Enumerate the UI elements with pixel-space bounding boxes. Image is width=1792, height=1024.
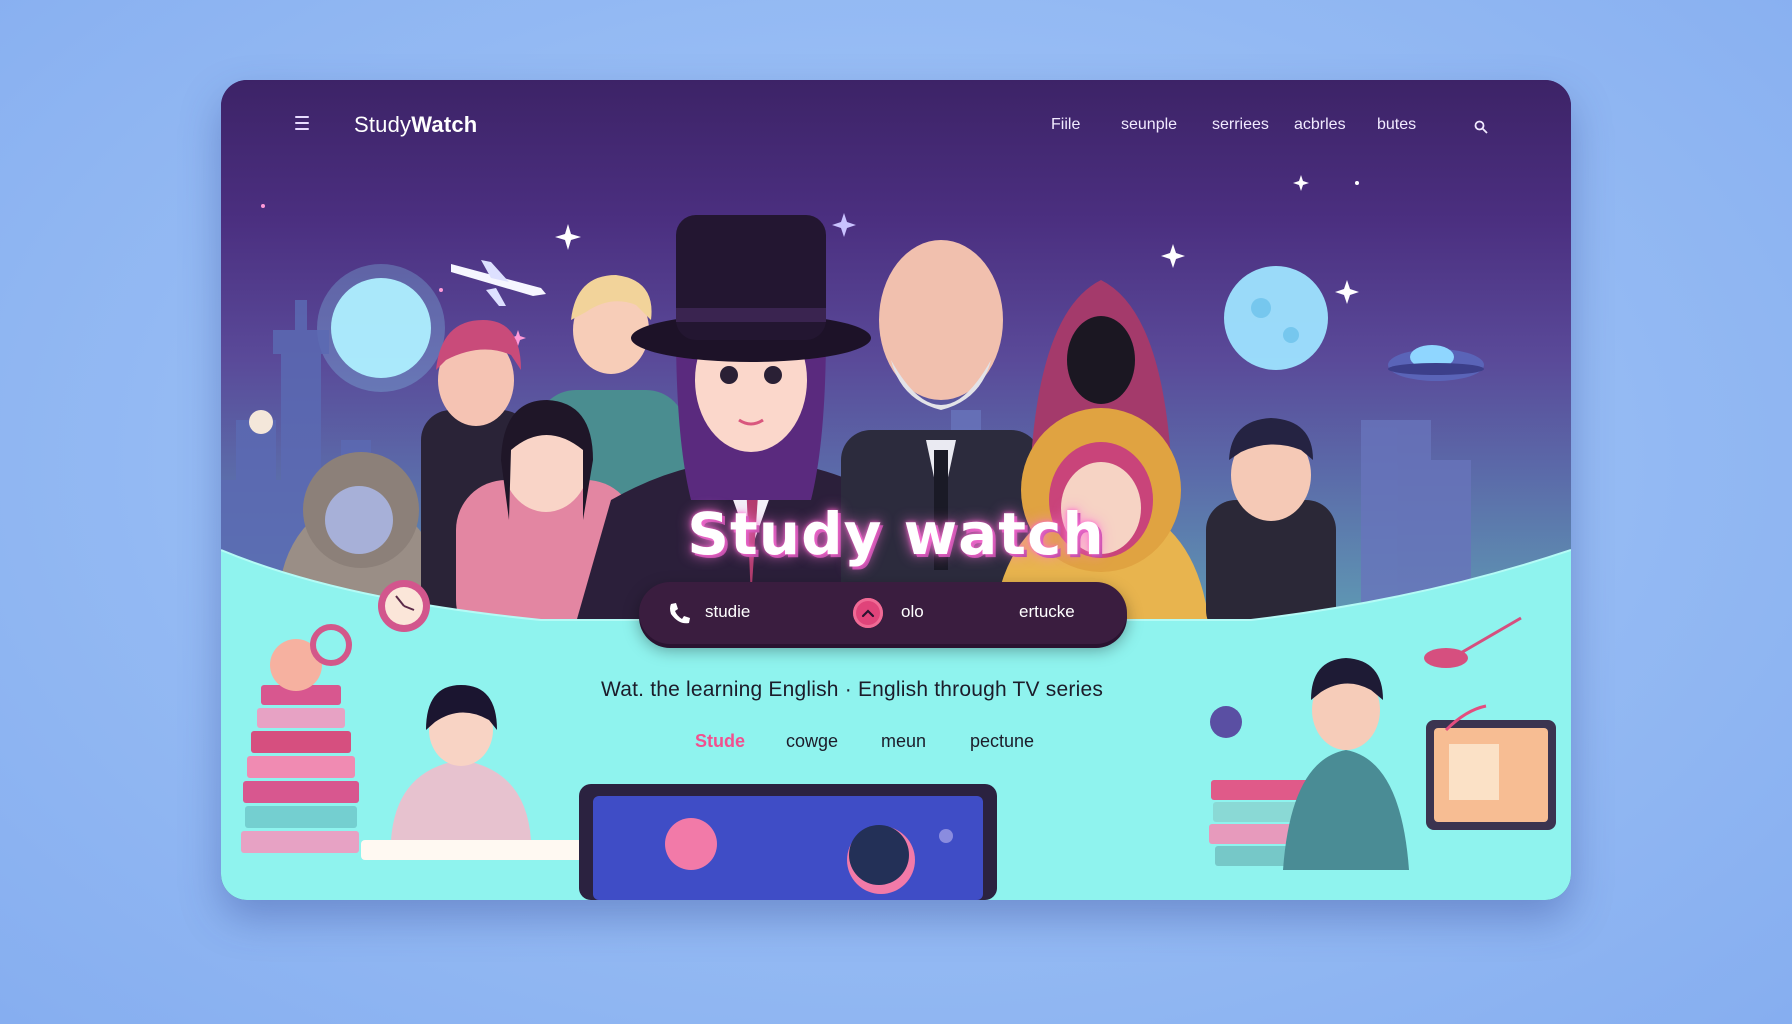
airplane (451, 260, 546, 306)
pill-center-label: olo (901, 602, 924, 621)
spaceship (1388, 345, 1484, 381)
link-stude[interactable]: Stude (695, 731, 745, 752)
chevron-up-icon (861, 609, 875, 618)
moon-right (1224, 266, 1328, 370)
hero-title: Study watch (687, 500, 1105, 568)
hero-pill-bar: studie olo ertucke (639, 582, 1127, 644)
logo-text-bold: Watch (411, 112, 478, 137)
purple-orb (1210, 706, 1242, 738)
brand-logo[interactable]: StudyWatch (354, 112, 477, 138)
tagline: Wat. the learning English · English thro… (601, 678, 1104, 701)
pill-center-button[interactable] (853, 598, 883, 628)
clock (378, 580, 430, 632)
nav-item-serriees[interactable]: serriees (1212, 116, 1269, 134)
nav-item-acbrles[interactable]: acbrles (1294, 116, 1346, 134)
logo-text-light: Study (354, 112, 412, 137)
hero-card: StudyWatch Fiile seunple serriees acbrle… (221, 80, 1571, 900)
search-icon[interactable] (1474, 120, 1488, 134)
nav-item-file[interactable]: Fiile (1051, 116, 1080, 134)
pill-right-label[interactable]: ertucke (1019, 602, 1075, 622)
illustration (221, 175, 1571, 900)
top-navigation: StudyWatch Fiile seunple serriees acbrle… (221, 80, 1571, 170)
link-pectune[interactable]: pectune (970, 731, 1034, 752)
phone-icon[interactable] (667, 600, 691, 626)
nav-item-seunple[interactable]: seunple (1121, 116, 1177, 134)
nav-item-butes[interactable]: butes (1377, 116, 1416, 134)
pill-left-label[interactable]: studie (705, 602, 750, 622)
menu-icon[interactable] (295, 116, 309, 130)
laptop (579, 784, 997, 900)
link-meun[interactable]: meun (881, 731, 926, 752)
link-cowge[interactable]: cowge (786, 731, 838, 752)
